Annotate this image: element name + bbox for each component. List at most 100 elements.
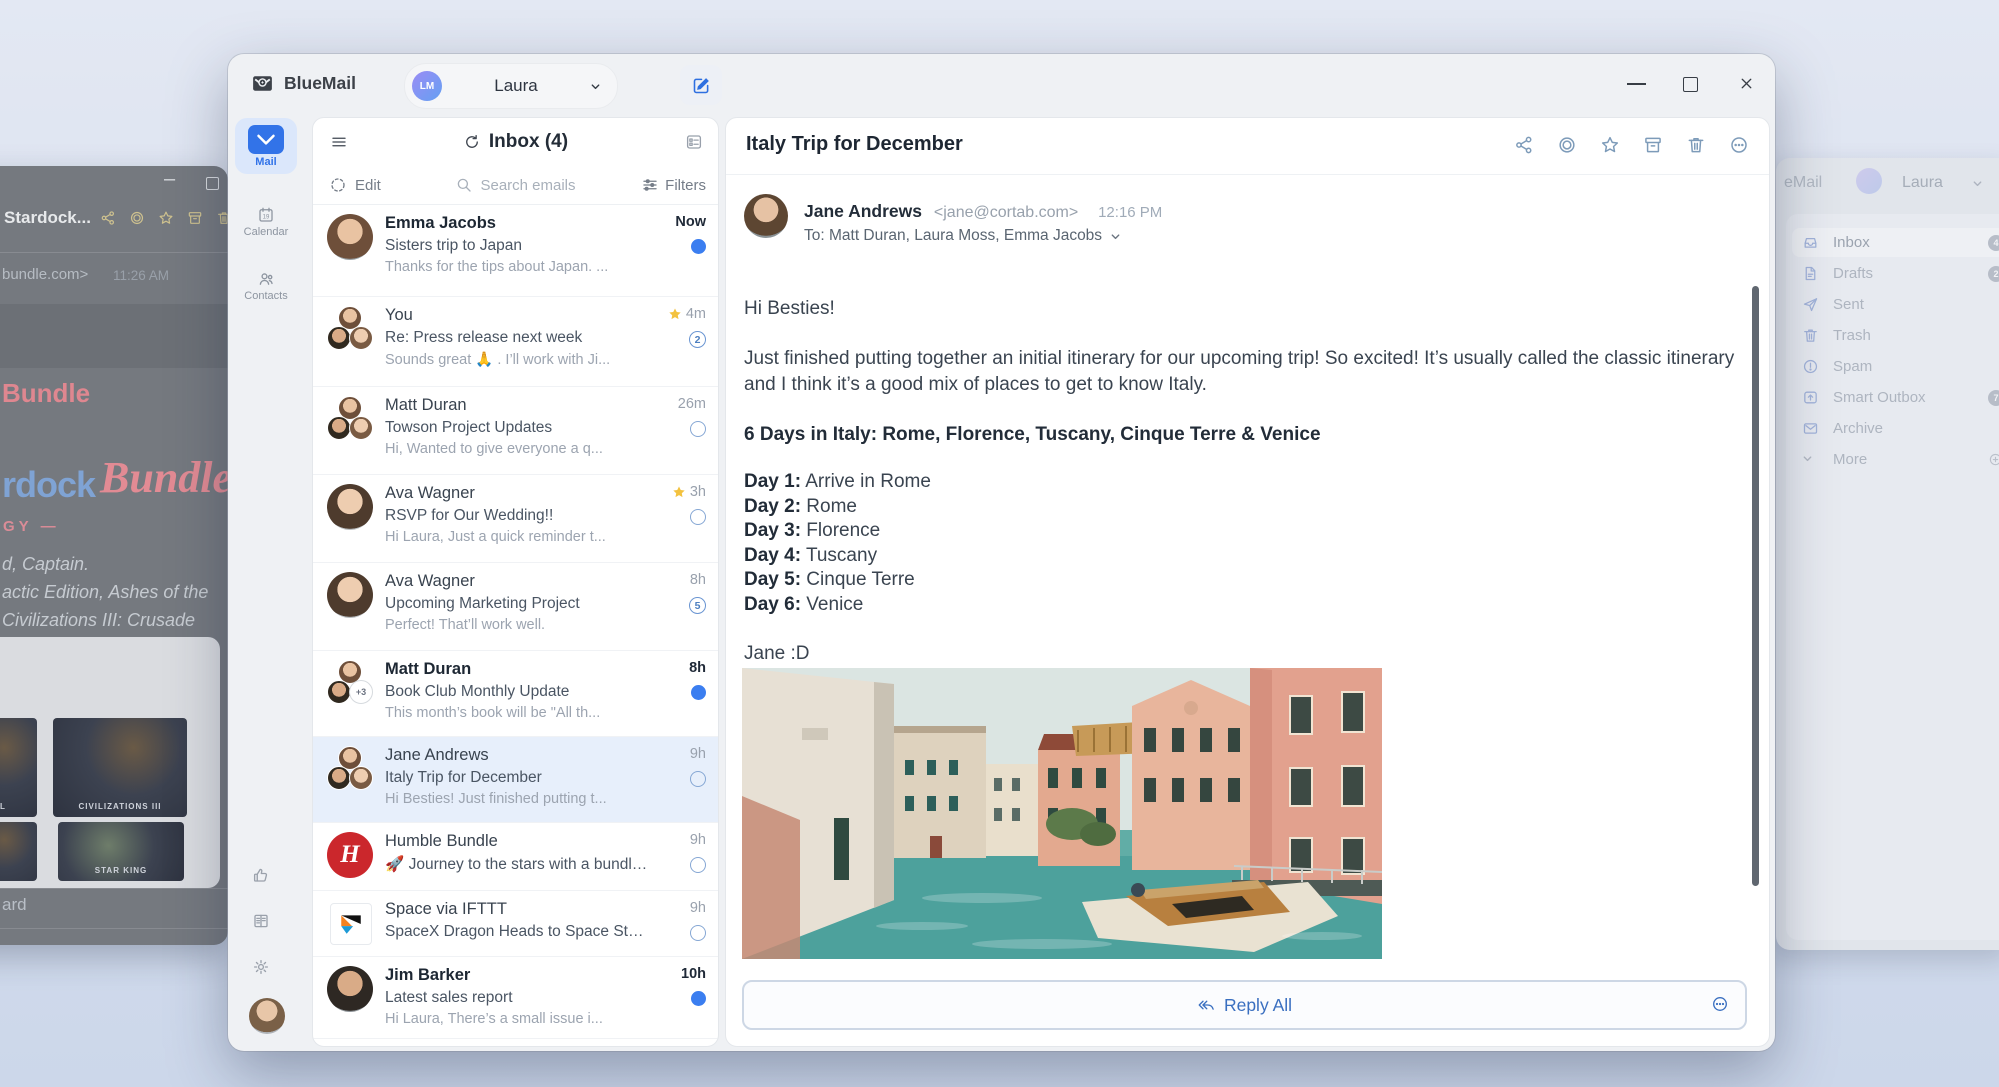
recipients-text: To: Matt Duran, Laura Moss, Emma Jacobs: [804, 227, 1102, 245]
folder-item-trash[interactable]: Trash: [1792, 321, 1999, 350]
left-window-footer-button[interactable]: ard: [2, 895, 27, 915]
minimize-icon[interactable]: –: [164, 168, 175, 191]
folder-item-drafts[interactable]: Drafts2: [1792, 259, 1999, 288]
recipients-line[interactable]: To: Matt Duran, Laura Moss, Emma Jacobs: [804, 227, 1121, 245]
folder-label: Spam: [1833, 358, 1872, 375]
folder-item-more[interactable]: More: [1792, 445, 1999, 474]
email-text: Humble Bundle🚀 Journey to the stars with…: [385, 832, 650, 890]
reply-all-button[interactable]: Reply All: [742, 980, 1747, 1030]
sidebar-label: Calendar: [235, 226, 297, 238]
email-time: 3h: [650, 484, 706, 500]
email-sender: Matt Duran: [385, 396, 650, 415]
notes-icon[interactable]: [252, 912, 270, 930]
email-sender: Jim Barker: [385, 966, 650, 985]
email-list-item[interactable]: Jim BarkerLatest sales reportHi Laura, T…: [313, 957, 718, 1039]
thread-count-badge[interactable]: 5: [689, 597, 706, 614]
scrollbar-thumb[interactable]: [1752, 286, 1759, 886]
left-window-action-icons[interactable]: [100, 210, 232, 226]
itinerary-day-line: Day 2: Rome: [744, 495, 1746, 520]
menu-icon[interactable]: [330, 133, 348, 151]
thread-count-badge[interactable]: 2: [689, 331, 706, 348]
read-circle-icon[interactable]: [690, 421, 706, 437]
email-list-item[interactable]: HHumble Bundle🚀 Journey to the stars wit…: [313, 823, 718, 891]
email-preview: Perfect! That’ll work well.: [385, 617, 650, 633]
left-window-band: [0, 304, 228, 368]
close-button[interactable]: [1738, 75, 1755, 92]
filters-button[interactable]: Filters: [641, 176, 706, 194]
unread-dot[interactable]: [691, 991, 706, 1006]
email-list-item[interactable]: Ava WagnerRSVP for Our Wedding!!Hi Laura…: [313, 475, 718, 563]
folder-label: Smart Outbox: [1833, 389, 1926, 406]
email-list-item[interactable]: YouRe: Press release next weekSounds gre…: [313, 297, 718, 387]
add-folder-icon[interactable]: [1988, 452, 1999, 467]
email-time: 4m: [650, 306, 706, 322]
star-icon[interactable]: [158, 210, 174, 226]
email-list-item[interactable]: Emma JacobsSisters trip to JapanThanks f…: [313, 205, 718, 297]
background-window-bluemail[interactable]: eMail Laura Inbox4Drafts2SentTrashSpamSm…: [1776, 158, 1999, 950]
edit-button[interactable]: Edit: [329, 176, 381, 194]
reply-more-icon[interactable]: [1711, 995, 1729, 1013]
refresh-icon[interactable]: [463, 133, 481, 151]
read-circle-icon[interactable]: [690, 857, 706, 873]
trash-icon[interactable]: [1686, 135, 1706, 155]
email-list-item[interactable]: +3Matt DuranBook Club Monthly UpdateThis…: [313, 651, 718, 737]
folder-item-archive[interactable]: Archive: [1792, 414, 1999, 443]
email-meta: 8h: [650, 660, 706, 736]
email-list-item[interactable]: Jane AndrewsItaly Trip for DecemberHi Be…: [313, 737, 718, 823]
unread-dot[interactable]: [691, 685, 706, 700]
share-icon[interactable]: [100, 210, 116, 226]
email-subject: Book Club Monthly Update: [385, 683, 650, 701]
sidebar-item-calendar[interactable]: 19 Calendar: [235, 206, 297, 238]
mark-circle-icon[interactable]: [129, 210, 145, 226]
archive-icon[interactable]: [1643, 135, 1663, 155]
account-switcher[interactable]: LM Laura: [404, 63, 618, 109]
unread-dot[interactable]: [691, 239, 706, 254]
account-avatar: LM: [412, 71, 442, 101]
layout-view-icon[interactable]: [685, 133, 703, 151]
inbox-icon: [1802, 234, 1819, 251]
share-icon[interactable]: [1514, 135, 1534, 155]
sidebar-item-contacts[interactable]: Contacts: [235, 270, 297, 302]
email-preview: Hi Laura, Just a quick reminder t...: [385, 529, 650, 545]
star-icon[interactable]: [668, 307, 682, 321]
folder-item-smart-outbox[interactable]: Smart Outbox7: [1792, 383, 1999, 412]
email-list-item[interactable]: Space via IFTTTSpaceX Dragon Heads to Sp…: [313, 891, 718, 957]
right-window-title: eMail: [1784, 174, 1822, 192]
folder-item-spam[interactable]: Spam: [1792, 352, 1999, 381]
divider: [0, 928, 228, 929]
email-text: Jim BarkerLatest sales reportHi Laura, T…: [385, 966, 650, 1038]
more-icon[interactable]: [1729, 135, 1749, 155]
email-list-item[interactable]: Ava WagnerUpcoming Marketing ProjectPerf…: [313, 563, 718, 651]
maximize-icon[interactable]: [206, 177, 219, 190]
user-avatar[interactable]: [249, 998, 285, 1034]
star-icon[interactable]: [672, 485, 686, 499]
maximize-button[interactable]: [1683, 77, 1698, 92]
sidebar-item-mail[interactable]: Mail: [235, 118, 297, 174]
itinerary-day-line: Day 3: Florence: [744, 519, 1746, 544]
game-thumbnail: ROL: [0, 718, 37, 817]
game-thumbnail: S: [0, 822, 37, 881]
folder-item-sent[interactable]: Sent: [1792, 290, 1999, 319]
read-circle-icon[interactable]: [690, 771, 706, 787]
avatar: [327, 214, 373, 296]
folder-label: Inbox: [1833, 234, 1870, 251]
mark-circle-icon[interactable]: [1557, 135, 1577, 155]
thumbs-up-icon[interactable]: [252, 866, 270, 884]
compose-button[interactable]: [680, 65, 722, 105]
email-sender: You: [385, 306, 650, 325]
mail-icon: [248, 125, 284, 154]
email-list-pane: Inbox (4) Edit Search emails Filters E: [312, 117, 719, 1047]
email-subject: Italy Trip for December: [385, 769, 650, 787]
minimize-button[interactable]: [1627, 83, 1646, 85]
email-list-item[interactable]: Matt DuranTowson Project UpdatesHi, Want…: [313, 387, 718, 475]
email-subject: Latest sales report: [385, 989, 650, 1007]
archive-icon[interactable]: [187, 210, 203, 226]
read-circle-icon[interactable]: [690, 509, 706, 525]
read-circle-icon[interactable]: [690, 925, 706, 941]
folder-item-inbox[interactable]: Inbox4: [1792, 228, 1999, 257]
gear-icon[interactable]: [252, 958, 270, 976]
background-window-stardock[interactable]: – Stardock... bundle.com> 11:26 AM Bundl…: [0, 166, 228, 945]
reader-action-icons[interactable]: [1514, 135, 1749, 155]
game-thumbnail: STAR KING: [58, 822, 184, 881]
star-icon[interactable]: [1600, 135, 1620, 155]
